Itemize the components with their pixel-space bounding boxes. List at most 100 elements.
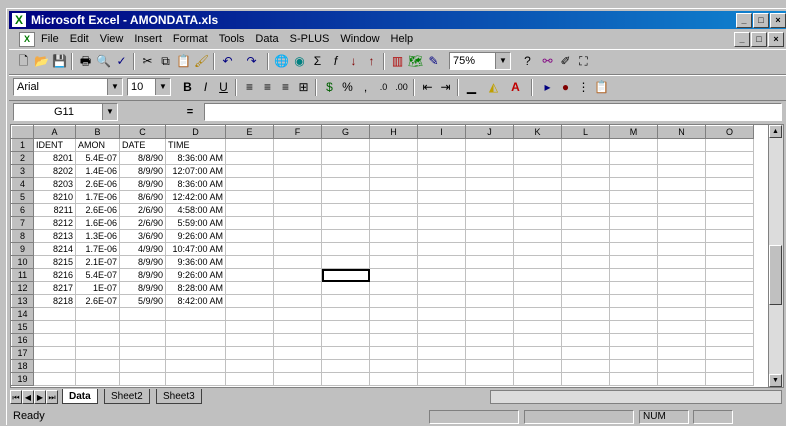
chevron-down-icon[interactable]: ▼ [155,79,170,95]
cell[interactable] [33,346,76,360]
cell[interactable] [609,320,658,334]
font-combo[interactable]: Arial ▼ [13,78,123,96]
cell[interactable]: 8203 [33,177,76,191]
menu-edit[interactable]: Edit [70,33,89,45]
cell[interactable] [513,255,562,269]
cell[interactable] [225,359,274,373]
cell[interactable]: 1.7E-06 [75,190,120,204]
cell[interactable] [561,307,610,321]
cell[interactable]: 10:47:00 AM [165,242,226,256]
row-header[interactable]: 2 [11,151,34,165]
column-header[interactable]: L [561,125,610,139]
drawing-icon[interactable]: ✎ [425,53,442,70]
cell[interactable] [369,294,418,308]
cell[interactable] [321,359,370,373]
cell[interactable] [609,190,658,204]
cell[interactable] [657,359,706,373]
cell[interactable]: 8201 [33,151,76,165]
cell[interactable] [369,320,418,334]
menu-tools[interactable]: Tools [219,33,245,45]
borders-icon[interactable]: ▁ [463,79,480,96]
increase-decimal-icon[interactable]: .0 [375,79,392,96]
cell[interactable] [225,333,274,347]
cell[interactable]: TIME [165,138,226,152]
vertical-scrollbar[interactable]: ▲ ▼ [768,125,783,387]
cell[interactable] [225,229,274,243]
cell[interactable] [417,294,466,308]
splus-graph-icon[interactable]: ⚯ [539,53,556,70]
cell[interactable] [417,307,466,321]
cell[interactable] [465,203,514,217]
web-toolbar-icon[interactable]: ◉ [291,53,308,70]
cell[interactable]: 8:28:00 AM [165,281,226,295]
last-sheet-icon[interactable]: ⏭ [46,390,58,404]
cell[interactable] [273,307,322,321]
cell[interactable]: 12:42:00 AM [165,190,226,204]
name-box[interactable]: G11 ▼ [13,103,118,121]
copy-icon[interactable]: ⧉ [157,53,174,70]
cell[interactable]: 9:36:00 AM [165,255,226,269]
cell[interactable] [225,203,274,217]
workbook-minimize-button[interactable]: _ [734,32,750,47]
column-header[interactable]: G [321,125,370,139]
cell[interactable] [609,255,658,269]
cell[interactable] [465,346,514,360]
cell[interactable] [369,151,418,165]
cell[interactable] [657,294,706,308]
cell[interactable] [321,177,370,191]
cell[interactable] [417,346,466,360]
row-header[interactable]: 5 [11,190,34,204]
workbook-restore-button[interactable]: □ [751,32,767,47]
cell[interactable] [225,268,274,282]
cell[interactable] [417,320,466,334]
cell[interactable] [369,307,418,321]
scroll-up-icon[interactable]: ▲ [769,125,782,138]
cell[interactable] [225,164,274,178]
cell[interactable] [705,294,754,308]
title-bar[interactable]: X Microsoft Excel - AMONDATA.xls _ □ × [9,11,786,29]
cell[interactable]: 3/6/90 [119,229,166,243]
cell[interactable]: 2/6/90 [119,216,166,230]
underline-icon[interactable]: U [215,79,232,96]
menu-s-plus[interactable]: S-PLUS [290,33,330,45]
column-header[interactable]: M [609,125,658,139]
cell[interactable] [657,216,706,230]
row-header[interactable]: 13 [11,294,34,308]
cell[interactable] [33,372,76,386]
cell[interactable] [561,281,610,295]
cell[interactable] [75,372,120,386]
cell[interactable] [513,307,562,321]
cell[interactable] [33,333,76,347]
cell[interactable] [705,242,754,256]
cell[interactable]: 5:59:00 AM [165,216,226,230]
cell[interactable] [465,359,514,373]
cell[interactable] [417,203,466,217]
cell[interactable] [321,255,370,269]
cell[interactable] [225,190,274,204]
cell[interactable]: 1.6E-06 [75,216,120,230]
cell[interactable] [561,164,610,178]
cell[interactable] [321,216,370,230]
cell[interactable] [417,242,466,256]
cell[interactable] [465,242,514,256]
cell[interactable]: 5/9/90 [119,294,166,308]
cell[interactable]: 8/9/90 [119,164,166,178]
cell[interactable] [561,216,610,230]
cell[interactable] [119,372,166,386]
cell[interactable] [273,151,322,165]
cell[interactable] [417,190,466,204]
chevron-down-icon[interactable]: ▼ [107,79,122,95]
cell[interactable] [321,294,370,308]
cell[interactable] [321,281,370,295]
cell[interactable] [75,333,120,347]
cell[interactable] [225,242,274,256]
align-left-icon[interactable]: ≡ [241,79,258,96]
selected-cell[interactable] [321,268,370,282]
cell[interactable] [705,307,754,321]
horizontal-scrollbar[interactable] [490,390,782,404]
cell[interactable] [273,372,322,386]
clipboard-icon[interactable]: 📋 [593,79,610,96]
scroll-thumb[interactable] [769,245,782,305]
cell[interactable] [417,268,466,282]
cell[interactable] [225,294,274,308]
